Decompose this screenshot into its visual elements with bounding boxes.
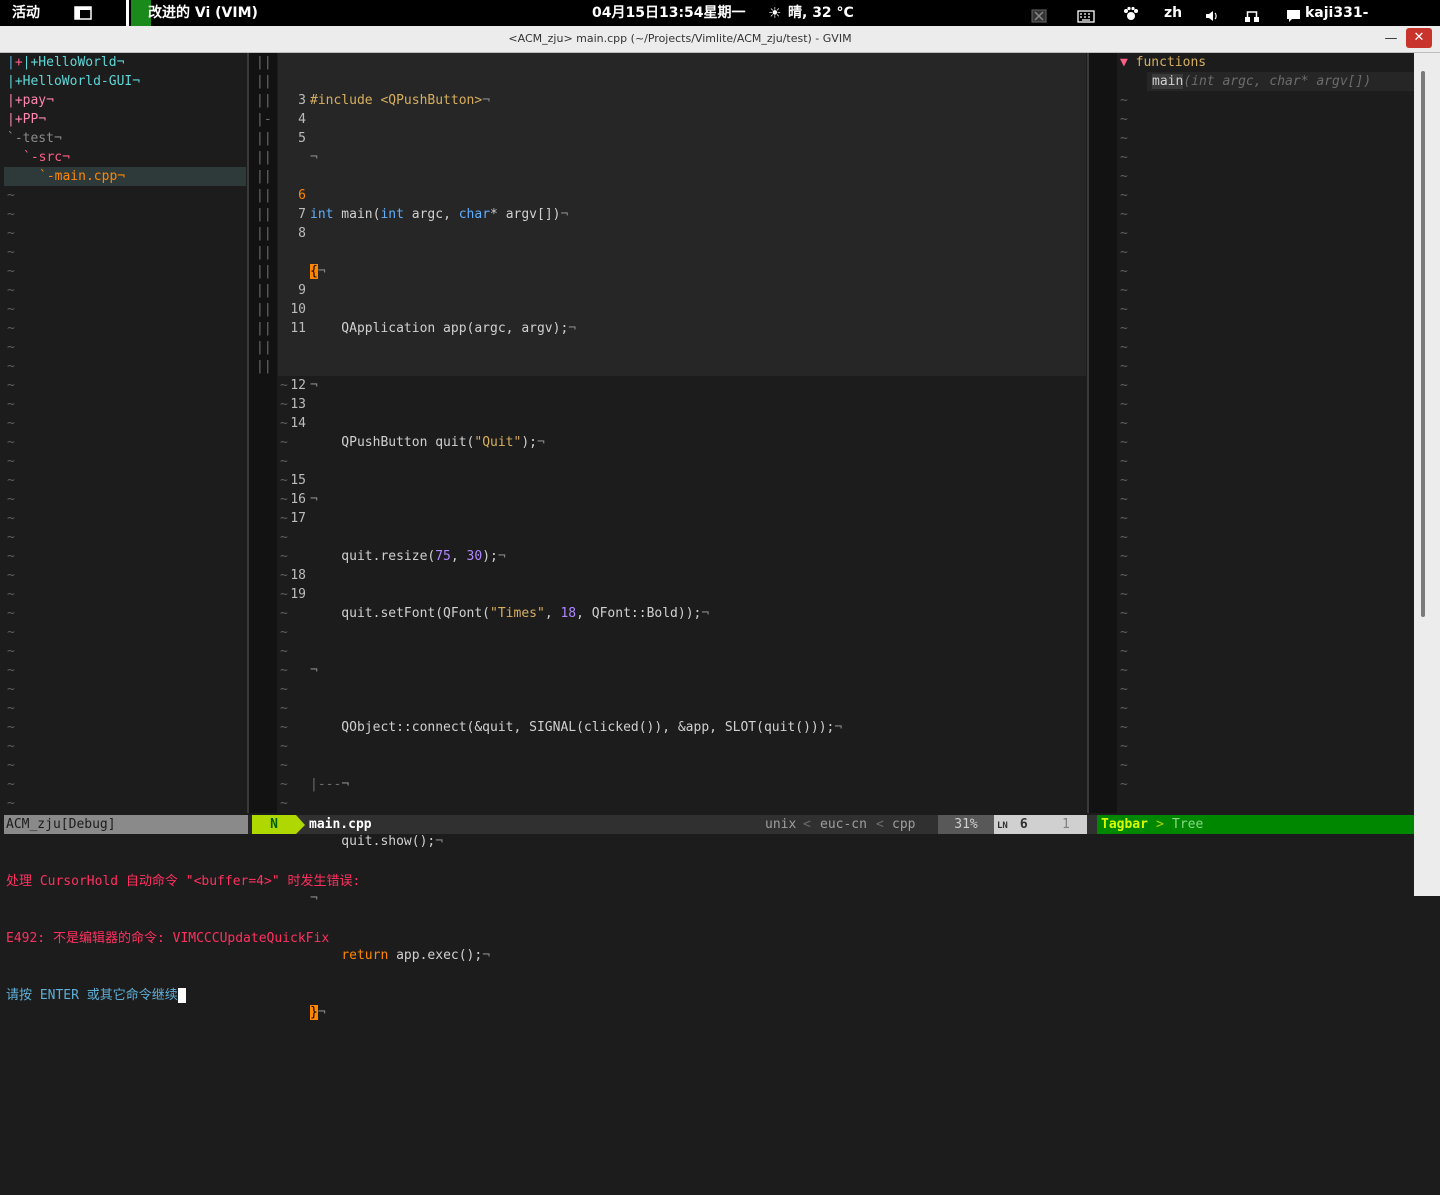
minimize-button[interactable]: — (1382, 30, 1400, 48)
code-line[interactable]: |---¬ (310, 775, 842, 794)
error-line-2: E492: 不是编辑器的命令: VIMCCCUpdateQuickFix (6, 931, 330, 946)
fold-column: || || || |- || || || || || || || || || |… (256, 55, 272, 374)
activities-button[interactable]: 活动 (12, 0, 40, 26)
code-line[interactable]: #include <QPushButton>¬ (310, 91, 842, 110)
status-line: ACM_zju[Debug] N main.cpp unix < euc-cn … (4, 815, 1414, 834)
code-line[interactable]: QObject::connect(&quit, SIGNAL(clicked()… (310, 718, 842, 737)
code-lines[interactable]: #include <QPushButton>¬ ¬ int main(int a… (310, 53, 842, 1060)
chat-icon[interactable] (1286, 6, 1301, 22)
app-menu[interactable]: 改进的 Vi (VIM) (148, 0, 258, 26)
file-format: unix (765, 817, 797, 832)
mode-indicator: N (252, 815, 296, 834)
fold-open-icon: ▼ (1120, 55, 1136, 70)
code-line[interactable]: QApplication app(argc, argv);¬ (310, 319, 842, 338)
tagbar-empty-lines: ~ ~ ~ ~ ~ ~ ~ ~ ~ ~ ~ ~ ~ ~ ~ ~ ~ ~ ~ ~ … (1120, 93, 1128, 792)
user-menu[interactable]: kaji331-opensuse (1305, 0, 1440, 47)
tagbar-header[interactable]: ▼ functions (1120, 53, 1206, 72)
code-line[interactable]: ¬ (310, 376, 842, 395)
clock[interactable]: 04月15日13:54星期一 (592, 0, 746, 26)
code-line[interactable]: quit.resize(75, 30);¬ (310, 547, 842, 566)
prompt-line: 请按 ENTER 或其它命令继续 (6, 986, 360, 1005)
vim-editor[interactable]: |+|+HelloWorld¬ |+HelloWorld-GUI¬ |+pay¬… (4, 53, 1414, 1020)
line-icon: LN (997, 821, 1008, 831)
tagbar-item-main[interactable]: main(int argc, char* argv[]) (1152, 72, 1371, 91)
chevron-left-icon: < (876, 817, 884, 832)
error-line-1: 处理 CursorHold 自动命令 "<buffer=4>" 时发生错误: (6, 874, 361, 889)
file-encoding: euc-cn (820, 817, 867, 832)
tree-item-pay[interactable]: |+pay¬ (7, 91, 54, 110)
code-line[interactable]: }¬ (310, 1003, 842, 1022)
line-indicator: LN 6 (994, 815, 1049, 834)
code-line[interactable]: return app.exec();¬ (310, 946, 842, 965)
command-cursor (177, 988, 186, 1003)
volume-icon[interactable] (1204, 6, 1220, 21)
weather[interactable]: 晴, 32 °C (788, 0, 854, 26)
tagbar-status-label: Tagbar (1101, 817, 1148, 832)
project-tree[interactable]: |+|+HelloWorld¬ |+HelloWorld-GUI¬ |+pay¬… (4, 53, 246, 830)
tree-item-helloworld-gui[interactable]: |+HelloWorld-GUI¬ (7, 72, 140, 91)
code-line[interactable]: int main(int argc, char* argv[])¬ (310, 205, 842, 224)
mode-arrow-icon (296, 815, 305, 834)
vertical-scrollbar[interactable] (1414, 53, 1440, 896)
sun-icon: ☀ (768, 4, 782, 22)
chevron-right-icon: > (1156, 817, 1164, 832)
window-titlebar[interactable]: <ACM_zju> main.cpp (~/Projects/Vimlite/A… (0, 26, 1440, 53)
file-name: main.cpp (305, 815, 376, 834)
tree-empty-lines: ~ ~ ~ ~ ~ ~ ~ ~ ~ ~ ~ ~ ~ ~ ~ ~ ~ ~ ~ ~ … (7, 188, 15, 830)
tree-item-pp[interactable]: |+PP¬ (7, 110, 46, 129)
tree-item-test[interactable]: `-test¬ (7, 129, 62, 148)
network-icon[interactable] (1244, 6, 1260, 22)
close-box-icon[interactable] (1031, 6, 1047, 23)
tree-status: ACM_zju[Debug] (4, 815, 248, 834)
tagbar-mode: Tree (1172, 817, 1204, 832)
tagbar-panel[interactable]: ▼ functions main(int argc, char* argv[])… (1117, 53, 1414, 813)
code-line[interactable]: quit.setFont(QFont("Times", 18, QFont::B… (310, 604, 842, 623)
code-line[interactable]: {¬ (310, 262, 842, 281)
pet-icon[interactable] (1123, 5, 1139, 21)
window-title: <ACM_zju> main.cpp (~/Projects/Vimlite/A… (508, 32, 852, 45)
code-line[interactable]: ¬ (310, 148, 842, 167)
file-percent: 31% (938, 815, 994, 834)
top-panel: 活动 改进的 Vi (VIM) 04月15日13:54星期一 ☀ 晴, 32 °… (0, 0, 1440, 47)
file-type: cpp (892, 817, 916, 832)
tree-item-src[interactable]: `-src¬ (23, 148, 70, 167)
code-line[interactable]: ¬ (310, 490, 842, 509)
tagbar-separator (1087, 53, 1117, 813)
app-indicator[interactable] (126, 0, 129, 26)
line-numbers: 345 678 9 10 11 12 13 14 15 16 17 18 19 (290, 93, 306, 602)
keyboard-icon[interactable] (1077, 6, 1095, 23)
column-indicator: 1 (1049, 815, 1087, 834)
tree-item-helloworld[interactable]: |+|+HelloWorld¬ (7, 53, 124, 72)
vertical-split-right[interactable] (1087, 53, 1089, 813)
window-list-icon[interactable] (74, 6, 92, 20)
command-line[interactable]: 处理 CursorHold 自动命令 "<buffer=4>" 时发生错误: E… (6, 834, 360, 1043)
code-line[interactable]: QPushButton quit("Quit");¬ (310, 433, 842, 452)
scrollbar-thumb[interactable] (1421, 71, 1425, 617)
code-line[interactable]: ¬ (310, 889, 842, 908)
chevron-left-icon: < (803, 817, 811, 832)
tree-item-main-cpp[interactable]: `-main.cpp¬ (39, 167, 125, 186)
code-line[interactable]: ¬ (310, 661, 842, 680)
code-line[interactable]: quit.show();¬ (310, 832, 842, 851)
language-indicator[interactable]: zh (1164, 0, 1182, 26)
close-button[interactable]: ✕ (1406, 28, 1432, 48)
